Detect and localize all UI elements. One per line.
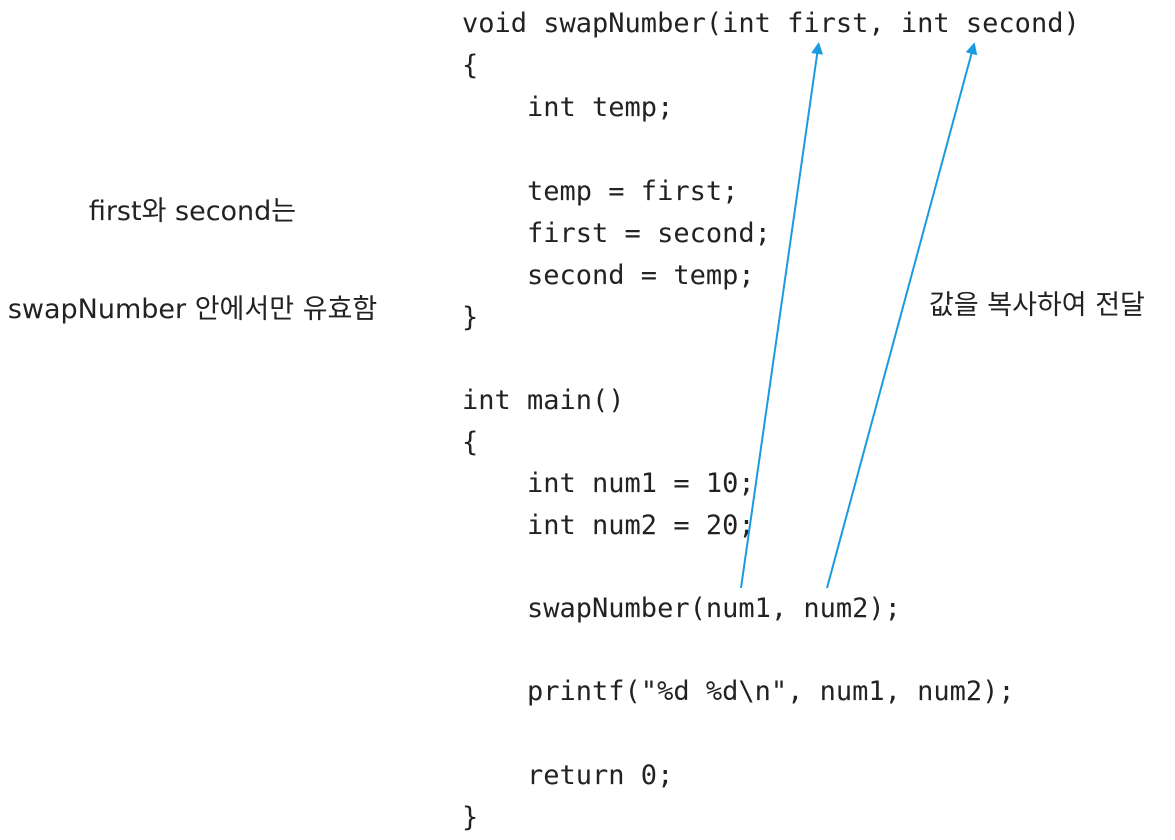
code-line-6: first = second;	[462, 218, 771, 249]
code-line-13: int num2 = 20;	[462, 510, 755, 541]
code-line-8: }	[462, 302, 479, 333]
code-line-19: return 0;	[462, 760, 674, 791]
code-line-11: {	[462, 427, 479, 458]
code-line-20: }	[462, 802, 479, 833]
code-line-12: int num1 = 10;	[462, 468, 755, 499]
code-line-5: temp = first;	[462, 176, 739, 207]
arrow-num1-to-first	[740, 42, 824, 589]
scope-note-line-1: first와 second는	[88, 196, 297, 227]
code-line-17: printf("%d %d\n", num1, num2);	[462, 676, 1015, 707]
code-line-10: int main()	[462, 385, 625, 416]
diagram-canvas: void swapNumber(int first, int second) {…	[0, 0, 1175, 840]
scope-note: first와 second는 swapNumber 안에서만 유효함	[0, 144, 385, 394]
code-line-2: {	[462, 50, 479, 81]
arrow-layer	[740, 42, 978, 589]
code-line-7: second = temp;	[462, 260, 755, 291]
code-line-1: void swapNumber(int first, int second)	[462, 8, 1080, 39]
copy-note: 값을 복사하여 전달	[929, 290, 1145, 321]
scope-note-line-2: swapNumber 안에서만 유효함	[7, 294, 378, 325]
code-line-3: int temp;	[462, 92, 674, 123]
code-line-15: swapNumber(num1, num2);	[462, 593, 901, 624]
